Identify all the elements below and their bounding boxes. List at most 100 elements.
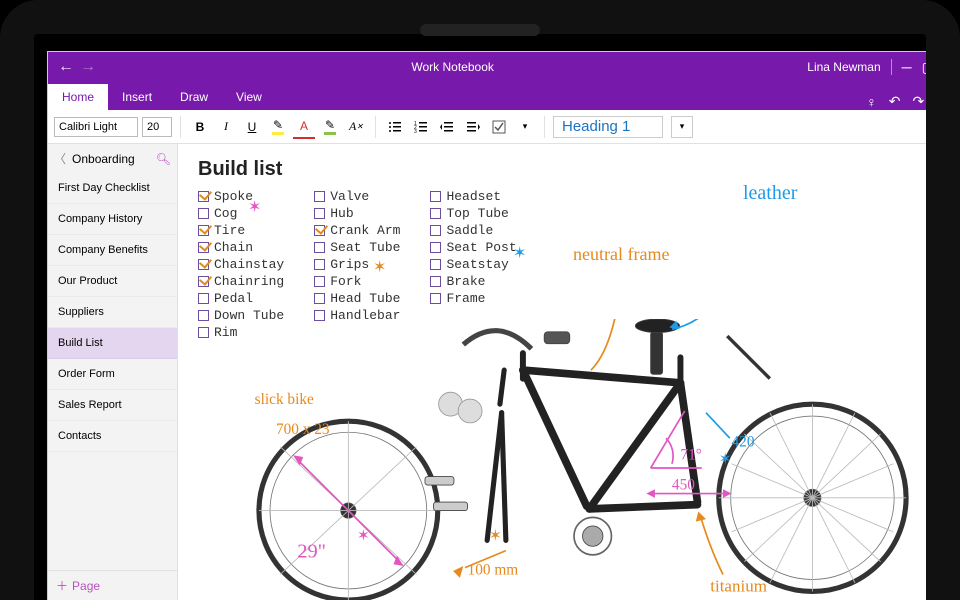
forward-icon[interactable]: → <box>80 58 96 76</box>
style-dropdown[interactable]: ▾ <box>671 116 693 138</box>
tab-view[interactable]: View <box>222 84 276 110</box>
sidebar-item-first-day[interactable]: First Day Checklist <box>48 173 177 204</box>
checkbox-icon[interactable] <box>314 191 325 202</box>
checklist-item[interactable]: Crank Arm <box>314 223 400 238</box>
checklist-item[interactable]: Headset <box>430 189 516 204</box>
checklist-item[interactable]: Seat Post <box>430 240 516 255</box>
sidebar-item-suppliers[interactable]: Suppliers <box>48 297 177 328</box>
checkbox-icon[interactable] <box>198 208 209 219</box>
checklist-item[interactable]: Valve <box>314 189 400 204</box>
checklist-label: Hub <box>330 206 353 221</box>
font-name-input[interactable] <box>54 117 138 137</box>
section-title[interactable]: Onboarding <box>72 152 150 166</box>
sidebar-item-build-list[interactable]: Build List <box>48 328 177 359</box>
minimize-icon[interactable]: ─ <box>902 59 912 75</box>
checklist-item[interactable]: Frame <box>430 291 516 306</box>
checklist-item[interactable]: Pedal <box>198 291 284 306</box>
indent-button[interactable] <box>462 115 484 139</box>
page-canvas[interactable]: Build list SpokeCogTireChainChainstayCha… <box>178 144 960 600</box>
body: 〈 Onboarding 🔍︎ First Day Checklist Comp… <box>48 144 960 600</box>
italic-button[interactable]: I <box>215 115 237 139</box>
checkbox-icon[interactable] <box>198 276 209 287</box>
clear-format-button[interactable]: A✕ <box>345 115 367 139</box>
checkbox-icon[interactable] <box>198 293 209 304</box>
checklist-label: Chain <box>214 240 253 255</box>
lightbulb-icon[interactable]: ♀ <box>866 94 877 110</box>
checklist-item[interactable]: Seatstay <box>430 257 516 272</box>
checkbox-icon[interactable] <box>314 242 325 253</box>
checklist-label: Cog <box>214 206 237 221</box>
checklist-item[interactable]: Chainring <box>198 274 284 289</box>
checkbox-icon[interactable] <box>314 293 325 304</box>
checklist-item[interactable]: Top Tube <box>430 206 516 221</box>
checkbox-icon[interactable] <box>430 259 441 270</box>
share-icon[interactable]: ⇧ <box>936 93 948 110</box>
user-name[interactable]: Lina Newman <box>807 60 880 74</box>
checklist-label: Tire <box>214 223 245 238</box>
checklist-item[interactable]: Grips <box>314 257 400 272</box>
sidebar-item-benefits[interactable]: Company Benefits <box>48 235 177 266</box>
checklist-item[interactable]: Fork <box>314 274 400 289</box>
sidebar-item-product[interactable]: Our Product <box>48 266 177 297</box>
checklist-item[interactable]: Hub <box>314 206 400 221</box>
checkbox-icon[interactable] <box>430 225 441 236</box>
outdent-button[interactable] <box>436 115 458 139</box>
ink-annotation-size: 700 x 23 <box>276 421 330 438</box>
sidebar-item-contacts[interactable]: Contacts <box>48 421 177 452</box>
checklist-item[interactable]: Chain <box>198 240 284 255</box>
checklist-label: Grips <box>330 257 369 272</box>
checkbox-icon[interactable] <box>314 208 325 219</box>
close-icon[interactable]: ⨉ <box>945 59 956 76</box>
checkbox-icon[interactable] <box>430 276 441 287</box>
redo-icon[interactable]: ↷ <box>913 93 925 110</box>
checkbox-icon[interactable] <box>430 208 441 219</box>
checkbox-icon[interactable] <box>198 191 209 202</box>
font-size-input[interactable] <box>142 117 172 137</box>
font-color-button[interactable]: A <box>293 115 315 139</box>
bold-button[interactable]: B <box>189 115 211 139</box>
checkbox-icon[interactable] <box>198 242 209 253</box>
numbering-button[interactable]: 123 <box>410 115 432 139</box>
style-selector[interactable]: Heading 1 <box>553 116 663 138</box>
checklist-item[interactable]: Tire <box>198 223 284 238</box>
checklist-label: Seat Tube <box>330 240 400 255</box>
window-title: Work Notebook <box>106 60 799 74</box>
bike-image: slick bike 700 x 23 29" ✶ 100 mm ✶ <box>198 319 950 600</box>
checklist-item[interactable]: Brake <box>430 274 516 289</box>
checklist-item[interactable]: Cog <box>198 206 284 221</box>
search-icon[interactable]: 🔍︎ <box>156 152 171 166</box>
checkbox-icon[interactable] <box>314 276 325 287</box>
checklist-label: Spoke <box>214 189 253 204</box>
add-page-button[interactable]: ＋ Page <box>48 570 177 600</box>
maximize-icon[interactable]: ▢ <box>922 59 935 76</box>
sidebar-item-history[interactable]: Company History <box>48 204 177 235</box>
todo-button[interactable] <box>488 115 510 139</box>
tab-home[interactable]: Home <box>48 84 108 110</box>
checkbox-icon[interactable] <box>198 225 209 236</box>
sidebar-item-sales-report[interactable]: Sales Report <box>48 390 177 421</box>
checkbox-icon[interactable] <box>314 259 325 270</box>
checklist-item[interactable]: Head Tube <box>314 291 400 306</box>
checkbox-icon[interactable] <box>314 225 325 236</box>
back-icon[interactable]: ← <box>58 58 74 76</box>
highlight-button[interactable]: ✎ <box>267 115 289 139</box>
checkbox-icon[interactable] <box>430 191 441 202</box>
checkbox-icon[interactable] <box>430 242 441 253</box>
sidebar-back-icon[interactable]: 〈 <box>54 150 66 167</box>
underline-button[interactable]: U <box>241 115 263 139</box>
checklist-item[interactable]: Chainstay <box>198 257 284 272</box>
tab-draw[interactable]: Draw <box>166 84 222 110</box>
checklist-item[interactable]: Saddle <box>430 223 516 238</box>
checklist-item[interactable]: Spoke <box>198 189 284 204</box>
todo-dropdown[interactable]: ▾ <box>514 115 536 139</box>
bullets-button[interactable] <box>384 115 406 139</box>
undo-icon[interactable]: ↶ <box>889 93 901 110</box>
checkbox-icon[interactable] <box>430 293 441 304</box>
sidebar-item-order-form[interactable]: Order Form <box>48 359 177 390</box>
checklist-label: Crank Arm <box>330 223 400 238</box>
checklist-item[interactable]: Seat Tube <box>314 240 400 255</box>
ink-color-button[interactable]: ✎ <box>319 115 341 139</box>
checkbox-icon[interactable] <box>198 259 209 270</box>
tab-insert[interactable]: Insert <box>108 84 166 110</box>
tab-strip: Home Insert Draw View ♀ ↶ ↷ ⇧ <box>48 82 960 110</box>
